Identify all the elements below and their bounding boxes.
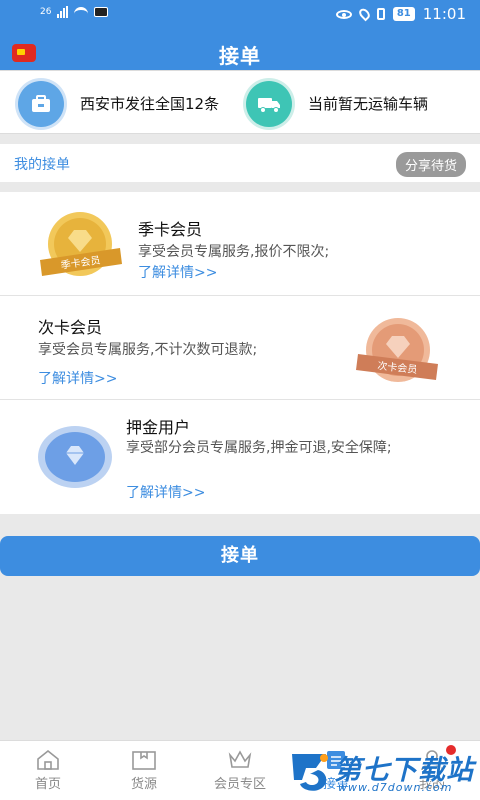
membership-description: 享受会员专属服务,报价不限次; (138, 244, 330, 260)
learn-more-link[interactable]: 了解详情>> (126, 482, 205, 502)
route-icon (18, 81, 64, 127)
tab-label: 首页 (34, 777, 61, 792)
membership-title: 次卡会员 (38, 318, 103, 337)
info-card: 西安市发往全国12条 当前暂无运输车辆 (0, 70, 480, 134)
tab-cargo[interactable]: 货源 (96, 741, 192, 800)
membership-title: 季卡会员 (138, 220, 203, 239)
membership-description: 享受会员专属服务,不计次数可退款; (38, 342, 258, 358)
my-orders-bar: 我的接单 分享待货 (0, 144, 480, 182)
status-left: 26 (40, 6, 109, 18)
membership-list: 季卡会员 季卡会员 享受会员专属服务,报价不限次; 了解详情>> 次卡会员 次卡… (0, 192, 480, 514)
page-title: 接单 (219, 44, 261, 68)
vibrate-icon (376, 8, 385, 20)
battery-icon: 81 (392, 7, 415, 21)
membership-card-quarterly[interactable]: 季卡会员 季卡会员 享受会员专属服务,报价不限次; 了解详情>> (0, 192, 480, 296)
learn-more-link[interactable]: 了解详情>> (138, 262, 217, 282)
truck-icon (246, 81, 292, 127)
copper-medal-icon: 次卡会员 (356, 318, 438, 382)
membership-card-deposit[interactable]: 押金用户 享受部分会员专属服务,押金可退,安全保障; 了解详情>> (0, 400, 480, 514)
location-icon (356, 6, 372, 22)
watermark-logo-icon (292, 754, 328, 791)
my-orders-link[interactable]: 我的接单 (14, 154, 70, 174)
tab-home[interactable]: 首页 (0, 741, 96, 800)
network-type: 26 (40, 7, 52, 17)
wifi-icon (74, 7, 89, 17)
status-time: 11:01 (422, 5, 466, 23)
tab-label: 会员专区 (213, 777, 266, 792)
cargo-icon (132, 751, 156, 770)
share-cargo-button[interactable]: 分享待货 (395, 152, 466, 177)
membership-title: 押金用户 (126, 418, 191, 437)
vehicle-info[interactable]: 当前暂无运输车辆 (246, 81, 448, 127)
tab-label: 货源 (130, 777, 157, 792)
home-icon (37, 749, 59, 770)
learn-more-link[interactable]: 了解详情>> (38, 368, 117, 388)
vehicle-text: 当前暂无运输车辆 (308, 94, 429, 113)
route-info[interactable]: 西安市发往全国12条 (18, 81, 220, 127)
membership-description: 享受部分会员专属服务,押金可退,安全保障; (126, 440, 392, 456)
watermark: 第七下载站 www.d7down.com (288, 748, 478, 798)
eye-icon (335, 9, 352, 19)
membership-card-per-use[interactable]: 次卡会员 次卡会员 享受会员专属服务,不计次数可退款; 了解详情>> (0, 296, 480, 400)
diamond-medal-icon (38, 426, 112, 488)
notification-app-icon (94, 7, 109, 17)
tab-members[interactable]: 会员专区 (192, 741, 288, 800)
status-right: 81 11:01 (335, 5, 466, 23)
signal-icon (57, 6, 69, 18)
title-bar: 接单 (0, 28, 480, 76)
status-bar: 26 81 11:01 (0, 0, 480, 28)
crown-icon (228, 750, 252, 768)
route-text: 西安市发往全国12条 (80, 94, 220, 113)
gold-medal-icon: 季卡会员 (40, 212, 122, 276)
accept-order-button[interactable]: 接单 (0, 536, 480, 576)
watermark-url: www.d7down.com (338, 781, 453, 794)
